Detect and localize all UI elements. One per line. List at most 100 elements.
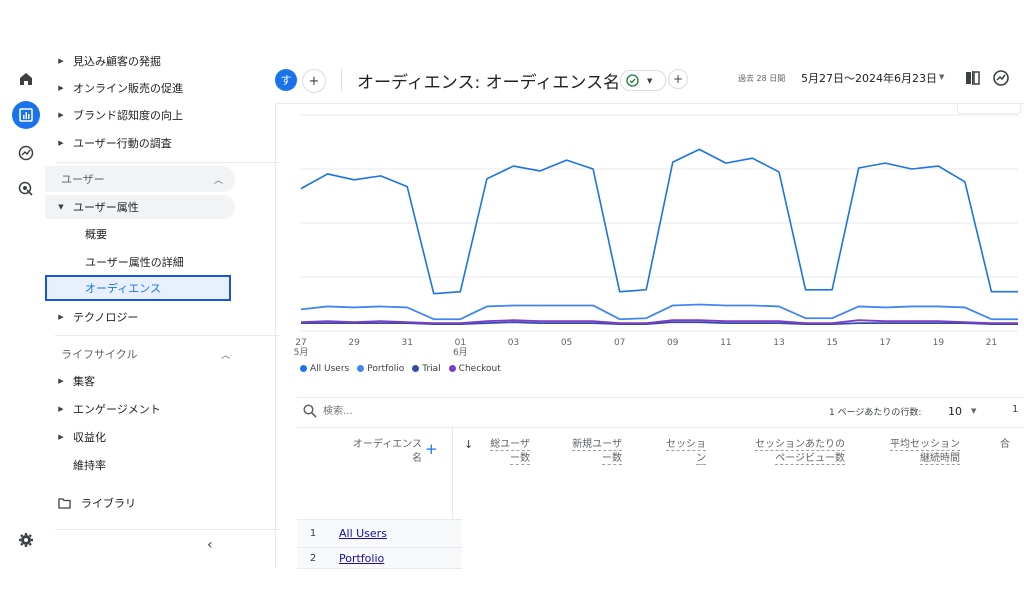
- series-line-all-users: [300, 148, 1018, 295]
- legend-label: Portfolio: [367, 364, 405, 374]
- nav-item-monetization[interactable]: ▶ 収益化: [45, 425, 106, 449]
- x-tick-label: 03: [508, 338, 519, 348]
- nav-item-technology[interactable]: ▶ テクノロジー: [45, 305, 138, 329]
- legend-item: Portfolio: [357, 364, 404, 374]
- caret-right-icon: ▶: [58, 377, 64, 385]
- report-header: す + オーディエンス: オーディエンス名 ▼ + 過去 28 日間 5月27日…: [275, 55, 1024, 104]
- dropdown-arrow-icon: ▼: [647, 76, 653, 85]
- x-tick-label: 09: [667, 338, 679, 348]
- add-dimension-icon[interactable]: +: [425, 440, 438, 458]
- nav-item-lead-generation[interactable]: ▶ 見込み顧客の発掘: [45, 49, 161, 73]
- column-header-sessions[interactable]: セッショ ン: [652, 438, 706, 466]
- table-row: 1 All Users: [297, 520, 462, 548]
- nav-item-acquisition[interactable]: ▶ 集客: [45, 369, 95, 393]
- x-tick-label: 07: [614, 338, 625, 348]
- x-tick-label: 27: [295, 338, 306, 348]
- home-icon[interactable]: [14, 67, 38, 91]
- nav-item-engagement[interactable]: ▶ エンゲージメント: [45, 397, 160, 421]
- caret-down-icon: ▼: [58, 203, 64, 211]
- column-header-truncated[interactable]: 合: [1000, 438, 1020, 452]
- column-header-avg-session-duration[interactable]: 平均セッション 継続時間: [870, 438, 960, 466]
- legend-swatch: [412, 365, 420, 372]
- row-link-all-users[interactable]: All Users: [339, 527, 387, 540]
- nav-item-retention[interactable]: 維持率: [45, 453, 106, 477]
- avatar[interactable]: す: [275, 69, 297, 91]
- dimension-column-header[interactable]: オーディエンス 名: [330, 438, 422, 466]
- divider: [297, 427, 1024, 428]
- x-tick-label: 13: [773, 338, 784, 348]
- x-tick-label: 21: [986, 338, 997, 348]
- sort-descending-icon[interactable]: ↓: [464, 438, 473, 451]
- x-tick-label: 19: [933, 338, 945, 348]
- section-user[interactable]: ユーザー ︿: [45, 166, 235, 192]
- nav-item-library[interactable]: ライブラリ: [45, 491, 136, 515]
- x-tick-label: 17: [879, 338, 890, 348]
- divider: [297, 397, 1024, 398]
- column-header-new-users[interactable]: 新規ユーザ ー数: [560, 438, 622, 466]
- series-line-portfolio: [300, 303, 1018, 321]
- chart-card-edge: [957, 103, 1021, 114]
- column-header-total-users[interactable]: 総ユーザ ー数: [480, 438, 530, 466]
- nav-item-user-behavior[interactable]: ▶ ユーザー行動の調査: [45, 131, 171, 155]
- legend-swatch: [448, 365, 456, 372]
- nav-item-audiences[interactable]: オーディエンス: [45, 275, 231, 301]
- chevron-up-icon: ︿: [213, 175, 223, 186]
- table-search-input[interactable]: [323, 403, 543, 419]
- caret-right-icon: ▶: [58, 139, 64, 147]
- settings-gear-icon[interactable]: [14, 528, 38, 552]
- nav-item-demographic-details[interactable]: ユーザー属性の詳細: [45, 250, 184, 274]
- x-tick-month-label: 6月: [453, 347, 468, 358]
- divider: [55, 162, 280, 163]
- date-dropdown-arrow-icon[interactable]: ▼: [939, 73, 944, 81]
- divider: [55, 529, 280, 530]
- advertising-icon[interactable]: [14, 177, 38, 201]
- left-rail: [8, 55, 46, 568]
- caret-right-icon: ▶: [58, 57, 64, 65]
- legend-item: All Users: [300, 364, 349, 374]
- legend-swatch: [357, 365, 365, 372]
- x-tick-month-label: 5月: [294, 347, 309, 358]
- row-link-portfolio[interactable]: Portfolio: [339, 552, 384, 565]
- folder-icon: [58, 497, 71, 509]
- legend-item: Checkout: [448, 364, 501, 374]
- divider: [341, 69, 342, 91]
- date-range-picker[interactable]: 5月27日〜2024年6月23日: [801, 70, 937, 86]
- caret-right-icon: ▶: [58, 84, 64, 92]
- reports-icon[interactable]: [12, 101, 40, 129]
- add-icon[interactable]: +: [668, 69, 688, 89]
- nav-item-online-sales[interactable]: ▶ オンライン販売の促進: [45, 76, 183, 100]
- section-lifecycle[interactable]: ライフサイクル ︿: [55, 341, 280, 367]
- x-tick-label: 15: [826, 338, 837, 348]
- insights-icon[interactable]: [992, 69, 1010, 91]
- column-header-pageviews-per-session[interactable]: セッションあたりの ページビュー数: [733, 438, 845, 466]
- pagination-text: 1: [1012, 404, 1019, 415]
- caret-right-icon: ▶: [58, 313, 64, 321]
- nav-item-overview[interactable]: 概要: [45, 222, 107, 246]
- page-title: オーディエンス: オーディエンス名: [357, 73, 621, 93]
- legend-swatch: [300, 365, 307, 372]
- x-tick-label: 29: [348, 338, 360, 348]
- add-comparison-icon[interactable]: +: [302, 69, 326, 93]
- caret-right-icon: ▶: [58, 111, 64, 119]
- report-navigation: ▶ 見込み顧客の発掘 ▶ オンライン販売の促進 ▶ ブランド認知度の向上 ▶ ユーザー行…: [45, 55, 280, 568]
- dropdown-arrow-icon: ▼: [971, 407, 977, 415]
- x-tick-label: 31: [401, 338, 412, 348]
- x-tick-label: 11: [720, 338, 731, 348]
- legend-item: Trial: [412, 364, 441, 374]
- nav-item-user-attributes[interactable]: ▼ ユーザー属性: [45, 195, 235, 219]
- title-status-dropdown[interactable]: ▼: [620, 70, 666, 91]
- table-row: 2 Portfolio: [297, 548, 462, 569]
- collapse-nav-chevron-icon[interactable]: ‹: [207, 537, 213, 553]
- explore-icon[interactable]: [14, 141, 38, 165]
- chart-legend: All Users Portfolio Trial Checkout: [300, 364, 501, 374]
- caret-right-icon: ▶: [58, 433, 64, 441]
- line-chart: 275月2931016月030507091113151719212: [294, 114, 1018, 358]
- compare-icon[interactable]: [965, 70, 981, 90]
- check-circle-icon: [626, 74, 639, 87]
- chevron-up-icon: ︿: [220, 350, 230, 361]
- rows-per-page-label: 1 ページあたりの行数:: [829, 408, 922, 418]
- date-range-prefix: 過去 28 日間: [738, 74, 786, 83]
- nav-item-brand-awareness[interactable]: ▶ ブランド認知度の向上: [45, 103, 183, 127]
- rows-per-page-select[interactable]: 10 ▼: [948, 403, 984, 419]
- legend-label: Trial: [422, 364, 441, 374]
